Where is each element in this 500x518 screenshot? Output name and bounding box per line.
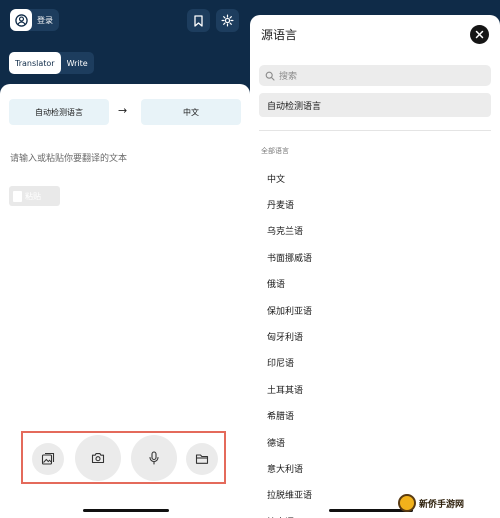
source-language-button[interactable]: 自动检测语言 — [9, 99, 109, 125]
login-label: 登录 — [37, 15, 53, 25]
language-item[interactable]: 德语 — [267, 429, 312, 455]
all-languages-label: 全部语言 — [261, 147, 289, 155]
login-button[interactable]: 登录 — [10, 9, 59, 31]
language-item[interactable]: 保加利亚语 — [267, 297, 312, 323]
tab-translator[interactable]: Translator — [9, 52, 61, 74]
language-item[interactable]: 乌克兰语 — [267, 218, 312, 244]
paste-label: 粘贴 — [25, 191, 41, 201]
paste-button[interactable]: 粘贴 — [9, 186, 60, 206]
language-item[interactable]: 印尼语 — [267, 350, 312, 376]
divider — [259, 130, 491, 131]
top-bar: 登录 — [0, 0, 250, 44]
screenshot-root: 登录 Translator Write 自动检测语言 → 中文 请输入或粘贴你要… — [0, 0, 500, 518]
language-search-input[interactable]: 搜索 — [259, 65, 491, 86]
input-actions-bar — [21, 431, 226, 484]
language-item[interactable]: 拉脱维亚语 — [267, 482, 312, 508]
settings-button[interactable] — [216, 9, 239, 32]
file-input-button[interactable] — [186, 443, 218, 475]
translator-screen: 登录 Translator Write 自动检测语言 → 中文 请输入或粘贴你要… — [0, 0, 250, 518]
source-text-input[interactable]: 请输入或粘贴你要翻译的文本 — [10, 151, 127, 164]
auto-detect-option[interactable]: 自动检测语言 — [259, 93, 491, 117]
user-icon — [14, 13, 28, 27]
microphone-icon — [149, 451, 159, 465]
bookmark-icon — [194, 14, 203, 27]
language-item[interactable]: 丹麦语 — [267, 191, 312, 217]
language-item[interactable]: 希腊语 — [267, 403, 312, 429]
image-icon — [41, 452, 55, 465]
camera-input-button[interactable] — [75, 435, 121, 481]
home-indicator — [83, 509, 169, 512]
image-input-button[interactable] — [32, 443, 64, 475]
watermark-text: 新侨手游网 — [419, 499, 465, 510]
folder-icon — [195, 454, 209, 464]
language-list: 中文 丹麦语 乌克兰语 书面挪威语 俄语 保加利亚语 匈牙利语 印尼语 土耳其语… — [267, 165, 312, 518]
gear-icon — [221, 14, 234, 27]
voice-input-button[interactable] — [131, 435, 177, 481]
close-button[interactable] — [470, 25, 489, 44]
language-item[interactable]: 书面挪威语 — [267, 244, 312, 270]
language-item[interactable]: 中文 — [267, 165, 312, 191]
swap-languages-icon[interactable]: → — [118, 104, 127, 117]
language-item[interactable]: 意大利语 — [267, 455, 312, 481]
search-icon — [265, 71, 275, 81]
language-item[interactable]: 捷克语 — [267, 508, 312, 518]
language-picker-screen: 源语言 搜索 自动检测语言 全部语言 中文 丹麦语 乌克兰语 书面挪威语 俄语 … — [250, 0, 500, 518]
language-item[interactable]: 土耳其语 — [267, 376, 312, 402]
camera-icon — [91, 453, 105, 464]
language-sheet: 源语言 搜索 自动检测语言 全部语言 中文 丹麦语 乌克兰语 书面挪威语 俄语 … — [250, 15, 500, 518]
tab-write[interactable]: Write — [61, 52, 94, 74]
mode-tabs: Translator Write — [9, 52, 94, 74]
sheet-title: 源语言 — [261, 28, 298, 42]
search-placeholder: 搜索 — [279, 72, 298, 82]
close-icon — [475, 30, 484, 39]
watermark: 新侨手游网 — [398, 492, 464, 514]
target-language-button[interactable]: 中文 — [141, 99, 241, 125]
language-item[interactable]: 俄语 — [267, 271, 312, 297]
clipboard-icon — [13, 190, 22, 202]
avatar — [10, 9, 32, 31]
bookmark-button[interactable] — [187, 9, 210, 32]
watermark-logo-icon — [398, 494, 416, 512]
language-item[interactable]: 匈牙利语 — [267, 323, 312, 349]
